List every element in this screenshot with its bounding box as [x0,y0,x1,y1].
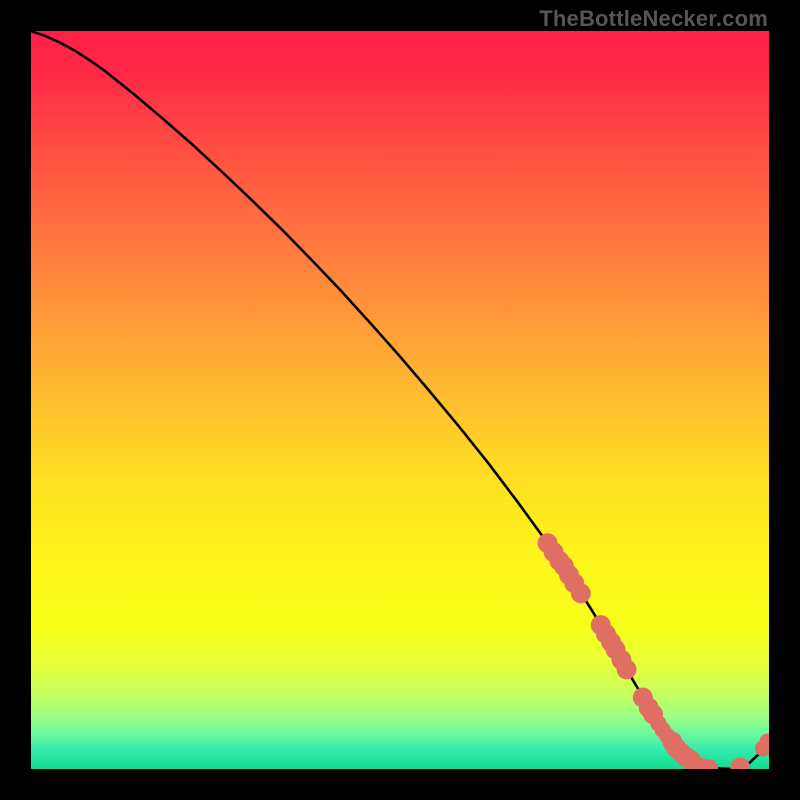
data-marker [571,583,591,603]
chart-overlay [31,31,769,769]
bottleneck-curve [31,31,769,769]
watermark-credit: TheBottleNecker.com [539,6,768,32]
plot-area [31,31,769,769]
data-marker [730,758,750,769]
chart-stage: TheBottleNecker.com [0,0,800,800]
data-marker [617,659,637,679]
marker-layer [538,533,769,769]
